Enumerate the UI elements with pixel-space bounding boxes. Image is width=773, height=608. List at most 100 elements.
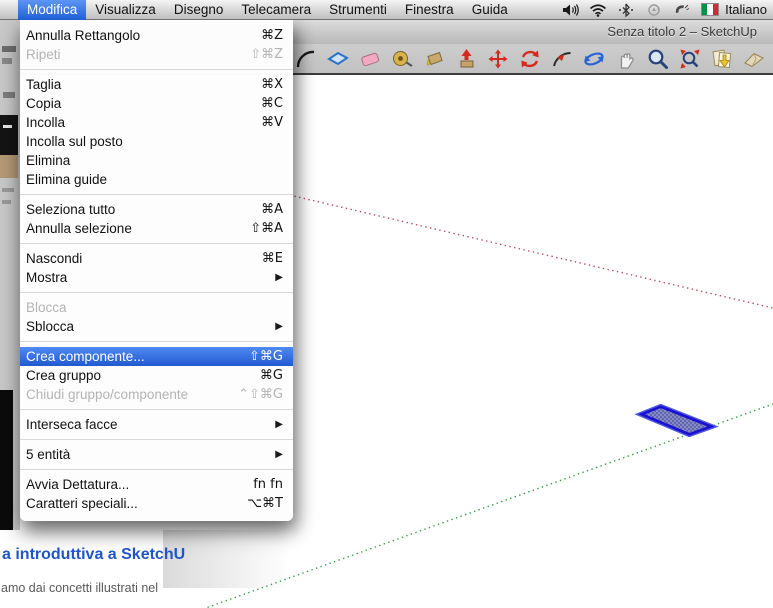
menu-item-label: Blocca xyxy=(26,300,283,315)
offset-tool-icon[interactable] xyxy=(550,47,574,71)
submenu-arrow-icon: ▶ xyxy=(275,272,283,283)
menu-item-label: Incolla sul posto xyxy=(26,134,283,149)
instructor-body-text: amo dai concetti illustrati nel xyxy=(1,581,158,595)
eraser-tool-icon[interactable] xyxy=(358,47,382,71)
menu-item-label: Elimina guide xyxy=(26,172,283,187)
menu-item-incolla[interactable]: Incolla⌘V xyxy=(20,113,293,132)
menubar-item-guida[interactable]: Guida xyxy=(463,0,517,20)
menu-item-annulla-selezione[interactable]: Annulla selezione⇧⌘A xyxy=(20,219,293,238)
menu-item-elimina-guide[interactable]: Elimina guide xyxy=(20,170,293,189)
menu-item-shortcut: ⇧⌘Z xyxy=(250,47,283,62)
menu-item-5-entità[interactable]: 5 entità▶ xyxy=(20,445,293,464)
menu-separator xyxy=(20,243,293,244)
menu-item-elimina[interactable]: Elimina xyxy=(20,151,293,170)
rotate-tool-icon[interactable] xyxy=(518,47,542,71)
rectangle-tool-icon[interactable] xyxy=(326,47,350,71)
wifi-icon[interactable] xyxy=(589,2,607,18)
menu-item-label: Taglia xyxy=(26,77,261,92)
pan-tool-icon[interactable] xyxy=(614,47,638,71)
menubar-item-strumenti[interactable]: Strumenti xyxy=(320,0,396,20)
menu-item-label: Sblocca xyxy=(26,319,275,334)
menu-item-copia[interactable]: Copia⌘C xyxy=(20,94,293,113)
screen: Senza titolo 2 – SketchUp a xyxy=(0,0,773,608)
menu-item-label: Seleziona tutto xyxy=(26,202,261,217)
menubar-item-disegno[interactable]: Disegno xyxy=(165,0,233,20)
phone-icon[interactable] xyxy=(673,2,691,18)
menu-item-seleziona-tutto[interactable]: Seleziona tutto⌘A xyxy=(20,200,293,219)
sync-icon[interactable] xyxy=(645,2,663,18)
menubar-item-visualizza[interactable]: Visualizza xyxy=(86,0,165,20)
push-pull-icon[interactable] xyxy=(454,47,478,71)
instructor-panel[interactable]: a introduttiva a SketchU amo dai concett… xyxy=(0,530,163,608)
submenu-arrow-icon: ▶ xyxy=(275,449,283,460)
menu-item-shortcut: ⌘X xyxy=(261,77,283,92)
menu-item-crea-componente[interactable]: Crea componente...⇧⌘G xyxy=(20,347,293,366)
window-title: Senza titolo 2 – SketchUp xyxy=(607,24,757,39)
menu-item-avvia-dettatura[interactable]: Avvia Dettatura...fn fn xyxy=(20,475,293,494)
volume-icon[interactable] xyxy=(561,2,579,18)
menu-item-label: Interseca facce xyxy=(26,417,275,432)
menu-item-interseca-facce[interactable]: Interseca facce▶ xyxy=(20,415,293,434)
menu-item-taglia[interactable]: Taglia⌘X xyxy=(20,75,293,94)
menu-separator xyxy=(20,439,293,440)
menu-item-shortcut: ⌘Z xyxy=(261,28,283,43)
menu-item-label: Annulla Rettangolo xyxy=(26,28,261,43)
menu-item-sblocca[interactable]: Sblocca▶ xyxy=(20,317,293,336)
submenu-arrow-icon: ▶ xyxy=(275,419,283,430)
menu-item-label: Ripeti xyxy=(26,47,250,62)
arc-tool-icon[interactable] xyxy=(294,47,318,71)
menu-item-incolla-sul-posto[interactable]: Incolla sul posto xyxy=(20,132,293,151)
share-model-icon[interactable] xyxy=(742,47,766,71)
menu-separator xyxy=(20,194,293,195)
menu-bar: ModificaVisualizzaDisegnoTelecameraStrum… xyxy=(0,0,773,20)
menu-item-label: Elimina xyxy=(26,153,283,168)
menu-item-label: Crea componente... xyxy=(26,349,249,364)
menu-item-label: Incolla xyxy=(26,115,261,130)
menu-item-caratteri-speciali[interactable]: Caratteri speciali...⌥⌘T xyxy=(20,494,293,513)
menubar-item-finestra[interactable]: Finestra xyxy=(396,0,463,20)
bluetooth-icon[interactable] xyxy=(617,2,635,18)
menubar-status-area: Italiano xyxy=(561,2,773,18)
menu-item-label: Chiudi gruppo/componente xyxy=(26,387,238,402)
menu-separator xyxy=(20,69,293,70)
menu-separator xyxy=(20,341,293,342)
menu-drop-shadow xyxy=(163,530,313,588)
input-language-label[interactable]: Italiano xyxy=(725,2,767,17)
menu-item-label: Avvia Dettatura... xyxy=(26,477,253,492)
instructor-heading-link[interactable]: a introduttiva a SketchU xyxy=(2,546,185,564)
menubar-item-modifica[interactable]: Modifica xyxy=(18,0,86,20)
menu-item-label: Nascondi xyxy=(26,251,262,266)
menu-item-shortcut: ⌘A xyxy=(261,202,283,217)
menu-item-shortcut: ⌥⌘T xyxy=(247,496,283,511)
paint-bucket-icon[interactable] xyxy=(422,47,446,71)
menu-item-nascondi[interactable]: Nascondi⌘E xyxy=(20,249,293,268)
menu-item-shortcut: ⌘G xyxy=(260,368,283,383)
menu-item-crea-gruppo[interactable]: Crea gruppo⌘G xyxy=(20,366,293,385)
tape-measure-icon[interactable] xyxy=(390,47,414,71)
menu-item-blocca: Blocca xyxy=(20,298,293,317)
get-models-icon[interactable] xyxy=(710,47,734,71)
zoom-extents-icon[interactable] xyxy=(678,47,702,71)
submenu-arrow-icon: ▶ xyxy=(275,321,283,332)
menubar-item-telecamera[interactable]: Telecamera xyxy=(232,0,320,20)
zoom-tool-icon[interactable] xyxy=(646,47,670,71)
move-tool-icon[interactable] xyxy=(486,47,510,71)
menu-item-annulla-rettangolo[interactable]: Annulla Rettangolo⌘Z xyxy=(20,26,293,45)
menu-separator xyxy=(20,469,293,470)
menu-item-shortcut: ⇧⌘A xyxy=(250,221,283,236)
menu-item-mostra[interactable]: Mostra▶ xyxy=(20,268,293,287)
menu-separator xyxy=(20,292,293,293)
menu-item-shortcut: ⌃⇧⌘G xyxy=(238,387,283,402)
menu-item-shortcut: ⌘E xyxy=(262,251,283,266)
menu-item-shortcut: fn fn xyxy=(253,477,283,492)
menu-item-label: Crea gruppo xyxy=(26,368,260,383)
menu-item-label: 5 entità xyxy=(26,447,275,462)
menu-separator xyxy=(20,409,293,410)
menu-item-label: Annulla selezione xyxy=(26,221,250,236)
menu-item-shortcut: ⌘C xyxy=(261,96,283,111)
menu-item-shortcut: ⌘V xyxy=(261,115,283,130)
menu-item-chiudi-gruppo-componente: Chiudi gruppo/componente⌃⇧⌘G xyxy=(20,385,293,404)
orbit-tool-icon[interactable] xyxy=(582,47,606,71)
menu-item-label: Copia xyxy=(26,96,261,111)
flag-italy-icon[interactable] xyxy=(701,3,719,16)
